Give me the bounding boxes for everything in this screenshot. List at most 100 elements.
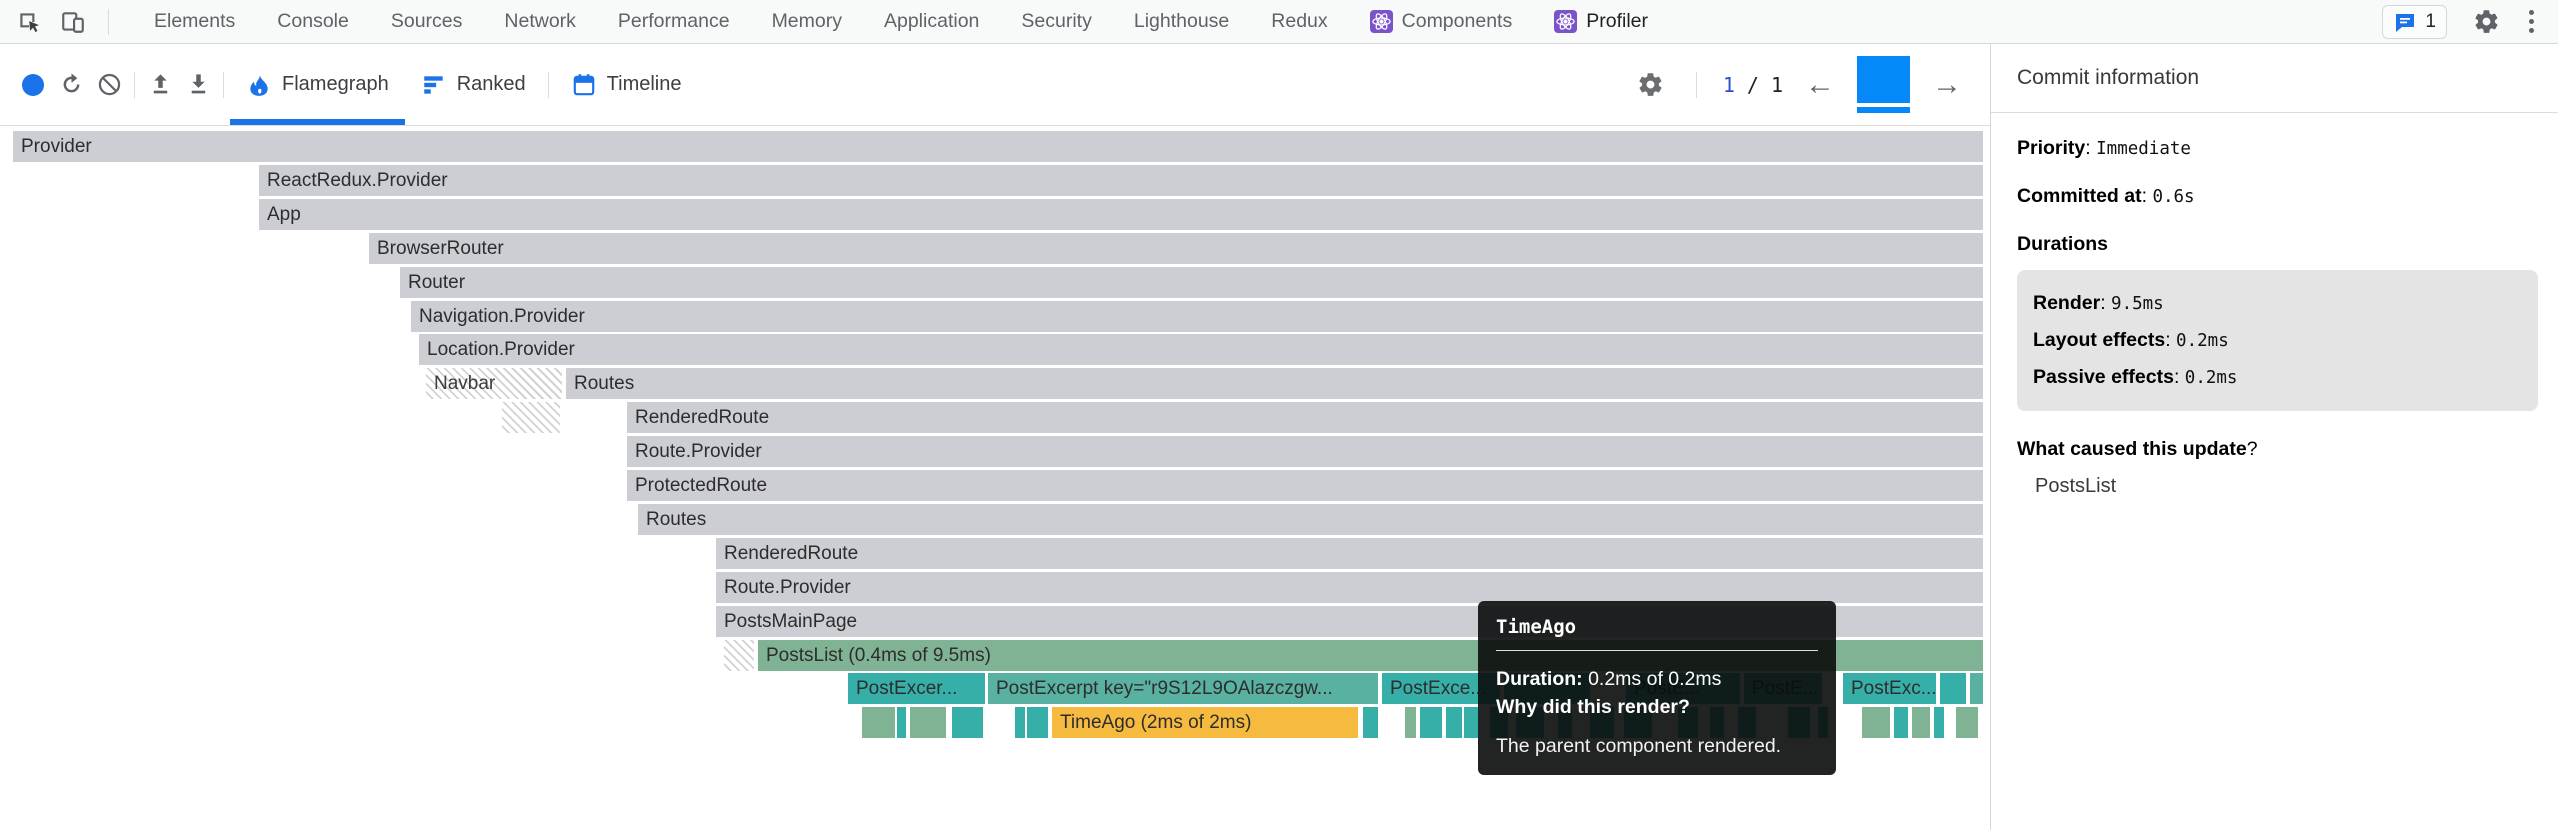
devtools-tab-security[interactable]: Security	[1000, 0, 1112, 43]
clear-icon[interactable]	[90, 66, 128, 104]
devtools-tab-profiler[interactable]: Profiler	[1533, 0, 1669, 43]
flame-bar-block[interactable]	[1027, 707, 1048, 738]
commit-selector-bar[interactable]	[1857, 56, 1910, 113]
flame-tooltip: TimeAgo Duration: 0.2ms of 0.2ms Why did…	[1478, 601, 1836, 775]
divider	[1696, 72, 1697, 98]
flame-bar-postexc[interactable]: PostExc...	[1843, 673, 1936, 704]
devtools-tab-label: Console	[277, 10, 349, 33]
flame-bar-block[interactable]	[1862, 707, 1890, 738]
tab-timeline-label: Timeline	[607, 73, 682, 96]
flame-bar-protectedroute[interactable]: ProtectedRoute	[627, 470, 1983, 501]
flame-bar-postexcer[interactable]: PostExcer...	[848, 673, 985, 704]
update-cause-component[interactable]: PostsList	[2017, 475, 2538, 498]
react-extension-icon	[1554, 10, 1577, 33]
react-extension-icon	[1370, 10, 1393, 33]
react-logo-icon	[1370, 10, 1393, 33]
tab-flamegraph[interactable]: Flamegraph	[230, 44, 405, 125]
flame-bar-block[interactable]	[1464, 707, 1478, 738]
flame-bar-block[interactable]	[724, 640, 754, 671]
inspect-icon[interactable]	[14, 7, 44, 37]
divider	[108, 9, 109, 35]
settings-gear-icon[interactable]	[2471, 7, 2501, 37]
priority-line: Priority: Immediate	[2017, 137, 2538, 160]
upload-icon[interactable]	[141, 66, 179, 104]
flame-bar-block[interactable]	[1894, 707, 1908, 738]
flame-bar-block[interactable]	[1970, 673, 1983, 704]
tooltip-why-label: Why did this render?	[1496, 693, 1818, 721]
divider	[223, 72, 224, 98]
tooltip-duration-line: Duration: 0.2ms of 0.2ms	[1496, 665, 1818, 693]
flame-bar-block[interactable]	[910, 707, 946, 738]
flame-bar-reactredux-provider[interactable]: ReactRedux.Provider	[259, 165, 1983, 196]
tab-ranked[interactable]: Ranked	[405, 44, 542, 125]
flame-bar-router[interactable]: Router	[400, 267, 1983, 298]
flame-bar-block[interactable]	[897, 707, 906, 738]
flame-bar-block[interactable]	[1934, 707, 1944, 738]
devtools-tab-redux[interactable]: Redux	[1250, 0, 1348, 43]
flame-bar-renderedroute[interactable]: RenderedRoute	[716, 538, 1983, 569]
flame-bar-postexcerpt-key-r9s12l9oalazczgw[interactable]: PostExcerpt key="r9S12L9OAlazczgw...	[988, 673, 1378, 704]
flame-bar-block[interactable]	[1446, 707, 1462, 738]
ranked-bars-icon	[421, 72, 447, 98]
tooltip-why-value: The parent component rendered.	[1496, 733, 1818, 759]
flame-bar-block[interactable]	[1420, 707, 1442, 738]
flame-bar-location-provider[interactable]: Location.Provider	[419, 334, 1983, 365]
devtools-tab-strip: Elements Console SourcesNetworkPerformance…	[133, 0, 1669, 43]
flame-bar-route-provider[interactable]: Route.Provider	[716, 572, 1983, 603]
reload-icon[interactable]	[52, 66, 90, 104]
devtools-tab-lighthouse[interactable]: Lighthouse	[1113, 0, 1250, 43]
devtools-tab-components[interactable]: Components	[1349, 0, 1534, 43]
flame-bar-navigation-provider[interactable]: Navigation.Provider	[411, 301, 1983, 332]
update-cause-heading: What caused this update?	[2017, 438, 2538, 461]
flame-bar-block[interactable]	[1363, 707, 1378, 738]
devtools-tab-network[interactable]: Network	[483, 0, 597, 43]
kebab-menu-icon[interactable]	[2525, 6, 2538, 37]
react-logo-icon	[1554, 10, 1577, 33]
flame-bar-block[interactable]	[1015, 707, 1025, 738]
devtools-tab-performance[interactable]: Performance	[597, 0, 751, 43]
render-duration-line: Render: 9.5ms	[2033, 285, 2522, 322]
flame-bar-routes[interactable]: Routes	[638, 504, 1983, 535]
flame-bar-block[interactable]	[862, 707, 895, 738]
flame-bar-block[interactable]	[1912, 707, 1930, 738]
devtools-tab-memory[interactable]: Memory	[751, 0, 863, 43]
flame-bar-renderedroute[interactable]: RenderedRoute	[627, 402, 1983, 433]
commit-info-title: Commit information	[1991, 44, 2558, 113]
devtools-tab-elements[interactable]: Elements	[133, 0, 256, 43]
flame-bar-block[interactable]	[952, 707, 983, 738]
flame-bar-block[interactable]	[502, 402, 560, 433]
record-icon[interactable]	[14, 66, 52, 104]
flame-bar-browserrouter[interactable]: BrowserRouter	[369, 233, 1983, 264]
devtools-tab-label: Redux	[1271, 10, 1327, 33]
commit-index-current: 1	[1723, 73, 1735, 97]
tab-timeline[interactable]: Timeline	[555, 44, 698, 125]
flame-bar-block[interactable]	[1956, 707, 1978, 738]
flame-bar-navbar[interactable]: Navbar	[426, 368, 562, 399]
devtools-tab-sources[interactable]: Sources	[370, 0, 484, 43]
devtools-tab-application[interactable]: Application	[863, 0, 1000, 43]
flame-bar-block[interactable]	[1940, 673, 1966, 704]
devtools-right-controls: 1	[2382, 5, 2558, 39]
previous-commit-arrow-icon[interactable]: ←	[1803, 70, 1837, 100]
committed-at-line: Committed at: 0.6s	[2017, 185, 2538, 208]
devtools-tab-console[interactable]: Console	[256, 0, 370, 43]
devtools-tab-label: Components	[1402, 10, 1513, 33]
devtools-tab-label: Security	[1021, 10, 1091, 33]
download-icon[interactable]	[179, 66, 217, 104]
issues-counter[interactable]: 1	[2382, 5, 2447, 39]
flame-bar-route-provider[interactable]: Route.Provider	[627, 436, 1983, 467]
flame-bar-provider[interactable]: Provider	[13, 131, 1983, 162]
profiler-settings-gear-icon[interactable]	[1632, 66, 1670, 104]
flame-bar-block[interactable]	[1405, 707, 1416, 738]
tab-flamegraph-label: Flamegraph	[282, 73, 389, 96]
render-duration-value: 9.5ms	[2111, 294, 2164, 314]
devtools-tab-label: Memory	[772, 10, 842, 33]
next-commit-arrow-icon[interactable]: →	[1930, 70, 1964, 100]
flame-bar-app[interactable]: App	[259, 199, 1983, 230]
tab-ranked-label: Ranked	[457, 73, 526, 96]
flame-bar-routes[interactable]: Routes	[566, 368, 1983, 399]
device-toolbar-icon[interactable]	[58, 7, 88, 37]
tooltip-component-name: TimeAgo	[1496, 616, 1818, 638]
flame-bar-timeago-2ms-of-2ms[interactable]: TimeAgo (2ms of 2ms)	[1052, 707, 1358, 738]
committed-at-value: 0.6s	[2152, 187, 2194, 207]
